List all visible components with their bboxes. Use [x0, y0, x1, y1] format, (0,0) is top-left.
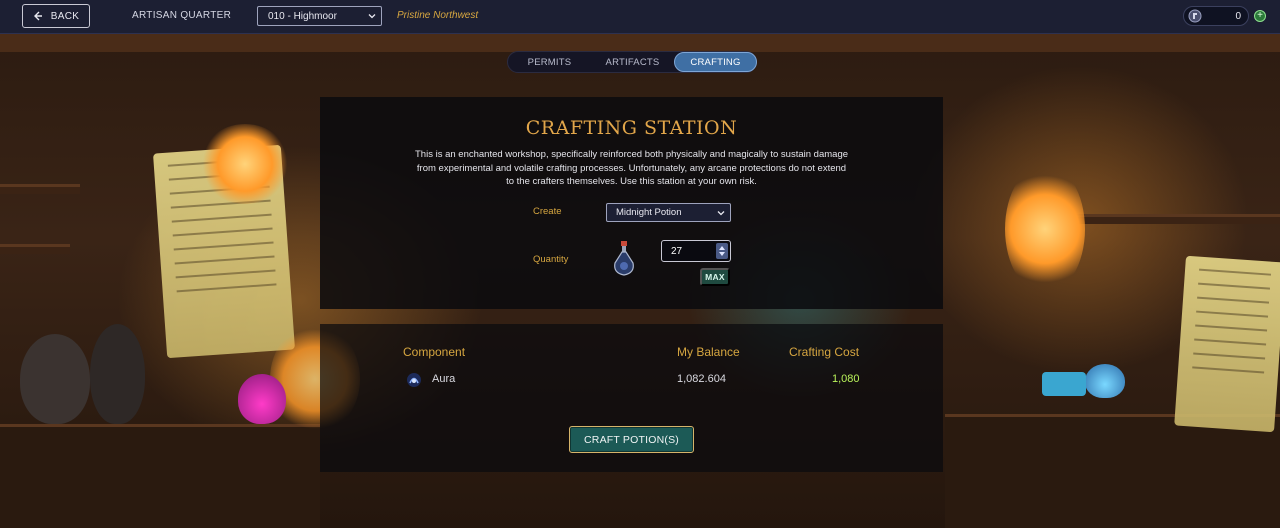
hanging-lamp [200, 124, 290, 204]
craft-potions-button[interactable]: CRAFT POTION(S) [569, 426, 694, 453]
back-button[interactable]: BACK [22, 4, 90, 28]
potion-select[interactable]: Midnight Potion [606, 203, 731, 222]
column-header-cost: Crafting Cost [789, 345, 860, 359]
back-label: BACK [50, 10, 80, 22]
component-balance: 1,082.604 [677, 373, 726, 385]
quantity-value: 27 [671, 245, 683, 257]
workbench [0, 424, 320, 528]
create-label: Create [533, 206, 562, 217]
coin-icon [1188, 9, 1202, 23]
potion-icon [614, 241, 634, 276]
ceiling-beam [0, 34, 1280, 52]
section-tabs: PERMITS ARTIFACTS CRAFTING [507, 51, 757, 73]
land-select[interactable]: 010 - Highmoor [257, 6, 382, 26]
plus-icon: + [1257, 10, 1263, 21]
workbench [945, 414, 1280, 528]
aura-icon [407, 373, 421, 387]
add-funds-button[interactable]: + [1254, 10, 1266, 22]
components-panel: Component My Balance Crafting Cost Aura … [320, 324, 943, 472]
chevron-down-icon [368, 14, 376, 19]
parchment-scroll [1174, 255, 1280, 433]
blue-flask [1085, 364, 1125, 398]
blue-bowl [1042, 372, 1086, 396]
balance-value: 0 [1235, 11, 1241, 22]
tab-crafting[interactable]: CRAFTING [674, 52, 757, 72]
pink-flask [238, 374, 286, 424]
tab-artifacts[interactable]: ARTIFACTS [591, 52, 674, 72]
quantity-label: Quantity [533, 254, 569, 265]
shelf [0, 184, 80, 194]
top-bar: BACK ARTISAN QUARTER 010 - Highmoor Pris… [0, 0, 1280, 34]
quantity-input[interactable]: 27 [661, 240, 731, 262]
shelf [1060, 214, 1280, 224]
region-name: Pristine Northwest [397, 10, 479, 21]
balance-display: 0 [1183, 6, 1249, 26]
crafting-station-panel: CRAFTING STATION This is an enchanted wo… [320, 97, 943, 309]
stepper-up-icon[interactable] [719, 246, 725, 250]
max-button[interactable]: MAX [700, 268, 730, 286]
chevron-down-icon [717, 211, 725, 216]
station-description: This is an enchanted workshop, specifica… [415, 149, 849, 187]
potion-select-value: Midnight Potion [616, 207, 682, 218]
quantity-stepper[interactable] [716, 243, 728, 259]
land-select-value: 010 - Highmoor [268, 10, 337, 22]
page-title: CRAFTING STATION [525, 117, 738, 139]
component-cost: 1,080 [832, 373, 860, 385]
clay-pot [90, 324, 145, 424]
shelf [0, 244, 70, 254]
component-name: Aura [432, 373, 456, 385]
tab-permits[interactable]: PERMITS [508, 52, 591, 72]
back-arrow-icon [33, 11, 42, 21]
area-title: ARTISAN QUARTER [132, 10, 232, 21]
column-header-balance: My Balance [677, 345, 740, 359]
column-header-component: Component [403, 345, 466, 359]
clay-pot [20, 334, 90, 424]
hanging-lantern [1005, 164, 1085, 294]
stepper-down-icon[interactable] [719, 252, 725, 256]
